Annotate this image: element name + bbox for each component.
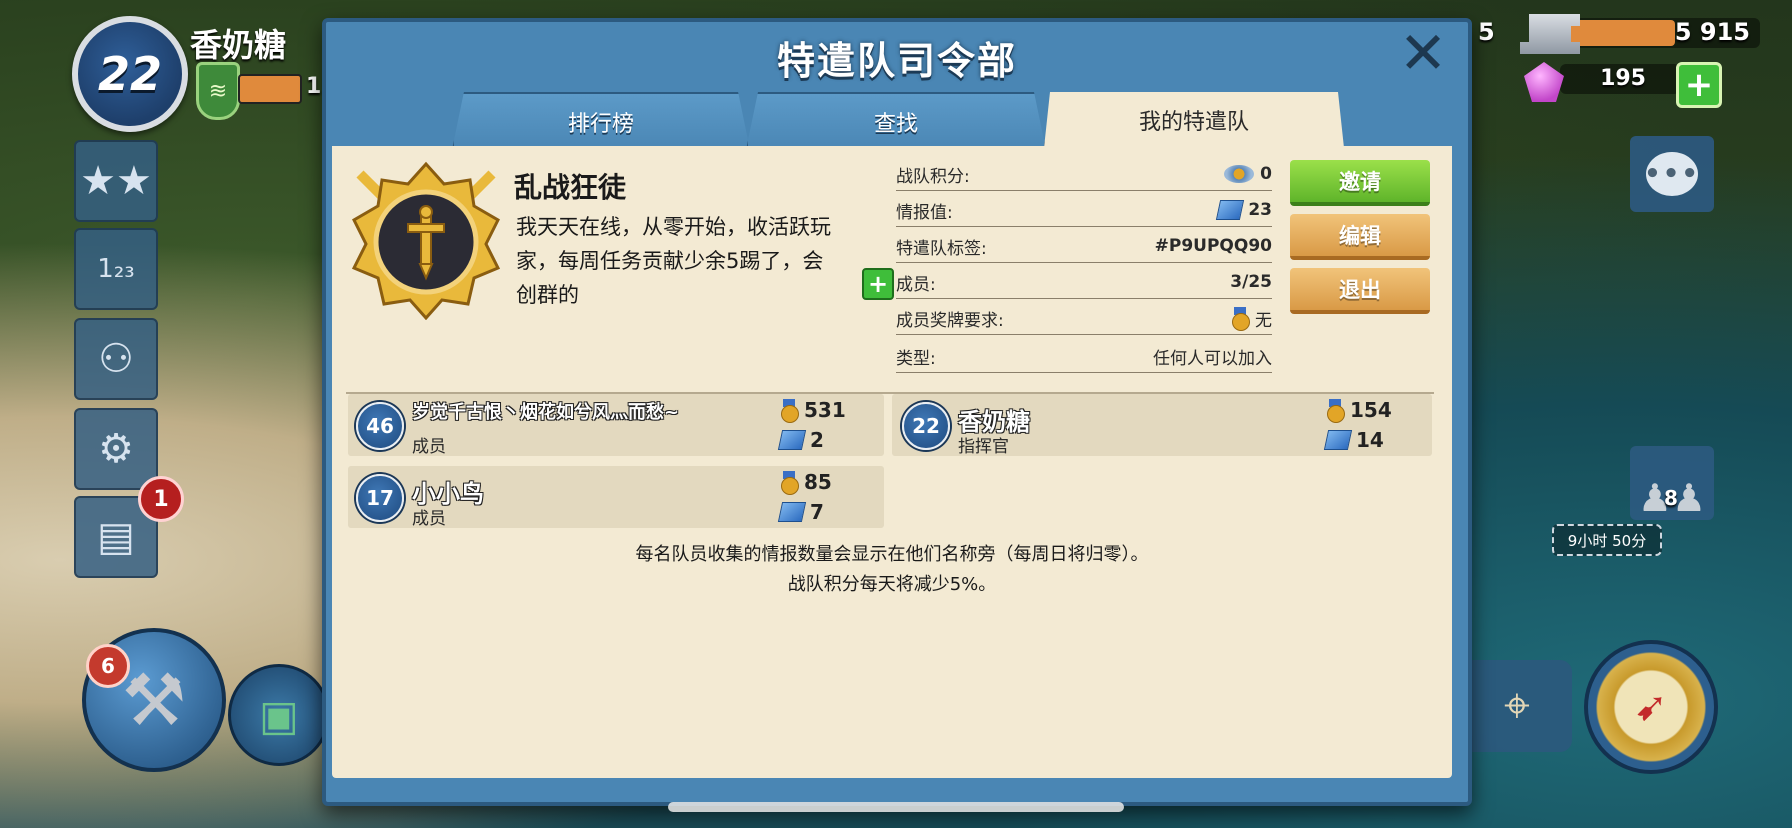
member-medals: 154	[1326, 398, 1392, 423]
info-value: 0	[1260, 164, 1272, 184]
gem-value: 195	[1600, 66, 1646, 91]
member-intel: 14	[1323, 428, 1384, 452]
info-row-members: 成员: 3/25	[896, 266, 1272, 299]
tab-label: 查找	[873, 112, 918, 137]
info-row-medal-req: 成员奖牌要求: 无	[896, 302, 1272, 335]
medal-icon	[780, 399, 799, 423]
chat-bubble-icon: •••	[1644, 152, 1698, 196]
intel-value: 7	[810, 500, 824, 524]
info-label: 特遣队标签:	[896, 238, 987, 259]
player-name: 香奶糖	[190, 26, 287, 64]
troop-count: 8	[1664, 486, 1678, 510]
gear-icon: ⚙	[98, 426, 134, 472]
social-button[interactable]: ⚇	[74, 318, 158, 400]
builder-count-badge: 6	[86, 644, 130, 688]
info-label: 类型:	[896, 348, 936, 369]
hammer-icon: ⚒	[121, 658, 187, 742]
newspaper-icon: ▤	[97, 514, 135, 560]
map-button[interactable]: ⌖	[1462, 660, 1572, 752]
tab-leaderboard[interactable]: 排行榜	[452, 92, 750, 150]
xp-progress-bar	[238, 74, 302, 104]
map-icon: ⌖	[1504, 678, 1530, 732]
info-row-tag: 特遣队标签: #P9UPQQ90	[896, 230, 1272, 263]
edit-button[interactable]: 编辑	[1290, 214, 1430, 260]
medal-icon	[780, 471, 799, 495]
info-label: 成员:	[896, 274, 936, 295]
info-value: 3/25	[1230, 272, 1272, 292]
medals-value: 85	[804, 470, 832, 494]
close-icon: ✕	[1398, 19, 1448, 87]
tab-label: 排行榜	[567, 112, 634, 137]
friends-icon: ⚇	[98, 336, 134, 382]
chat-button[interactable]: •••	[1630, 136, 1714, 212]
info-row-score: 战队积分: 0	[896, 158, 1272, 191]
team-crest-icon	[351, 161, 501, 320]
rank-shield-icon: ≋	[196, 62, 240, 120]
member-level-badge: 46	[356, 402, 404, 450]
member-role: 指挥官	[958, 437, 1009, 457]
home-indicator[interactable]	[668, 802, 1124, 812]
medals-value: 531	[804, 398, 846, 422]
member-intel: 2	[777, 428, 824, 452]
footnote-line: 战队积分每天将减少5%。	[787, 574, 997, 595]
info-label: 成员奖牌要求:	[896, 310, 1004, 331]
favorites-button[interactable]: ★★	[74, 140, 158, 222]
wings-icon	[1224, 165, 1255, 183]
member-intel: 7	[777, 500, 824, 524]
team-name: 乱战狂徒	[514, 171, 627, 204]
partial-resource-value: 5	[1478, 18, 1495, 46]
add-member-button[interactable]: +	[862, 268, 894, 300]
leaderboard-button[interactable]: 1₂₃	[74, 228, 158, 310]
compass-needle-icon: ➹	[1634, 684, 1668, 730]
treasure-chest-icon: ▣	[259, 690, 299, 740]
intel-value: 14	[1356, 428, 1384, 452]
member-level-badge: 17	[356, 474, 404, 522]
iron-value: 5 915	[1674, 18, 1750, 46]
stars-icon: ★★	[80, 158, 152, 204]
info-value: #P9UPQQ90	[1154, 236, 1272, 256]
medal-icon	[1326, 399, 1345, 423]
intel-icon	[777, 430, 807, 450]
close-button[interactable]: ✕	[1399, 24, 1448, 82]
intel-icon	[777, 502, 807, 522]
treasure-button[interactable]: ▣	[228, 664, 330, 766]
timer-label: 9小时 50分	[1552, 524, 1662, 556]
member-name: 岁觉千古恨丶烟花如兮风灬而愁~	[412, 402, 680, 423]
settings-button[interactable]: ⚙	[74, 408, 158, 490]
leave-button[interactable]: 退出	[1290, 268, 1430, 314]
info-label: 情报值:	[896, 202, 953, 223]
player-level-badge[interactable]: 22	[72, 16, 188, 132]
info-row-intel: 情报值: 23	[896, 194, 1272, 227]
member-role: 成员	[412, 509, 446, 529]
tab-label: 我的特遣队	[1138, 110, 1249, 135]
member-level-badge: 22	[902, 402, 950, 450]
intel-value: 2	[810, 428, 824, 452]
compass-button[interactable]: ➹	[1584, 640, 1718, 774]
gem-icon	[1524, 62, 1564, 102]
team-description: 我天天在线，从零开始，收活跃玩家，每周任务贡献少余5踢了，会创群的	[516, 215, 831, 307]
member-medals: 531	[780, 398, 846, 423]
news-notification-badge: 1	[138, 476, 184, 522]
footnote: 每名队员收集的情报数量会显示在他们名称旁（每周日将归零）。 战队积分每天将减少5…	[332, 540, 1452, 600]
dialog-title: 特遣队司令部	[776, 39, 1017, 83]
footnote-line: 每名队员收集的情报数量会显示在他们名称旁（每周日将归零）。	[635, 544, 1149, 565]
info-label: 战队积分:	[896, 166, 970, 187]
buy-gems-button[interactable]: +	[1676, 62, 1722, 108]
medal-icon	[1231, 307, 1250, 331]
member-role: 成员	[412, 437, 446, 457]
tab-my-task-force[interactable]: 我的特遣队	[1044, 92, 1344, 148]
iron-icon	[1520, 14, 1580, 54]
info-value: 23	[1248, 200, 1272, 220]
info-value: 任何人可以加入	[1153, 348, 1272, 369]
podium-icon: 1₂₃	[97, 254, 135, 284]
member-medals: 85	[780, 470, 832, 495]
intel-icon	[1216, 200, 1245, 220]
info-row-type: 类型: 任何人可以加入	[896, 340, 1272, 373]
invite-button[interactable]: 邀请	[1290, 160, 1430, 206]
tab-search[interactable]: 查找	[746, 92, 1046, 150]
intel-icon	[1323, 430, 1353, 450]
info-value: 无	[1255, 310, 1272, 331]
medals-value: 154	[1350, 398, 1392, 422]
